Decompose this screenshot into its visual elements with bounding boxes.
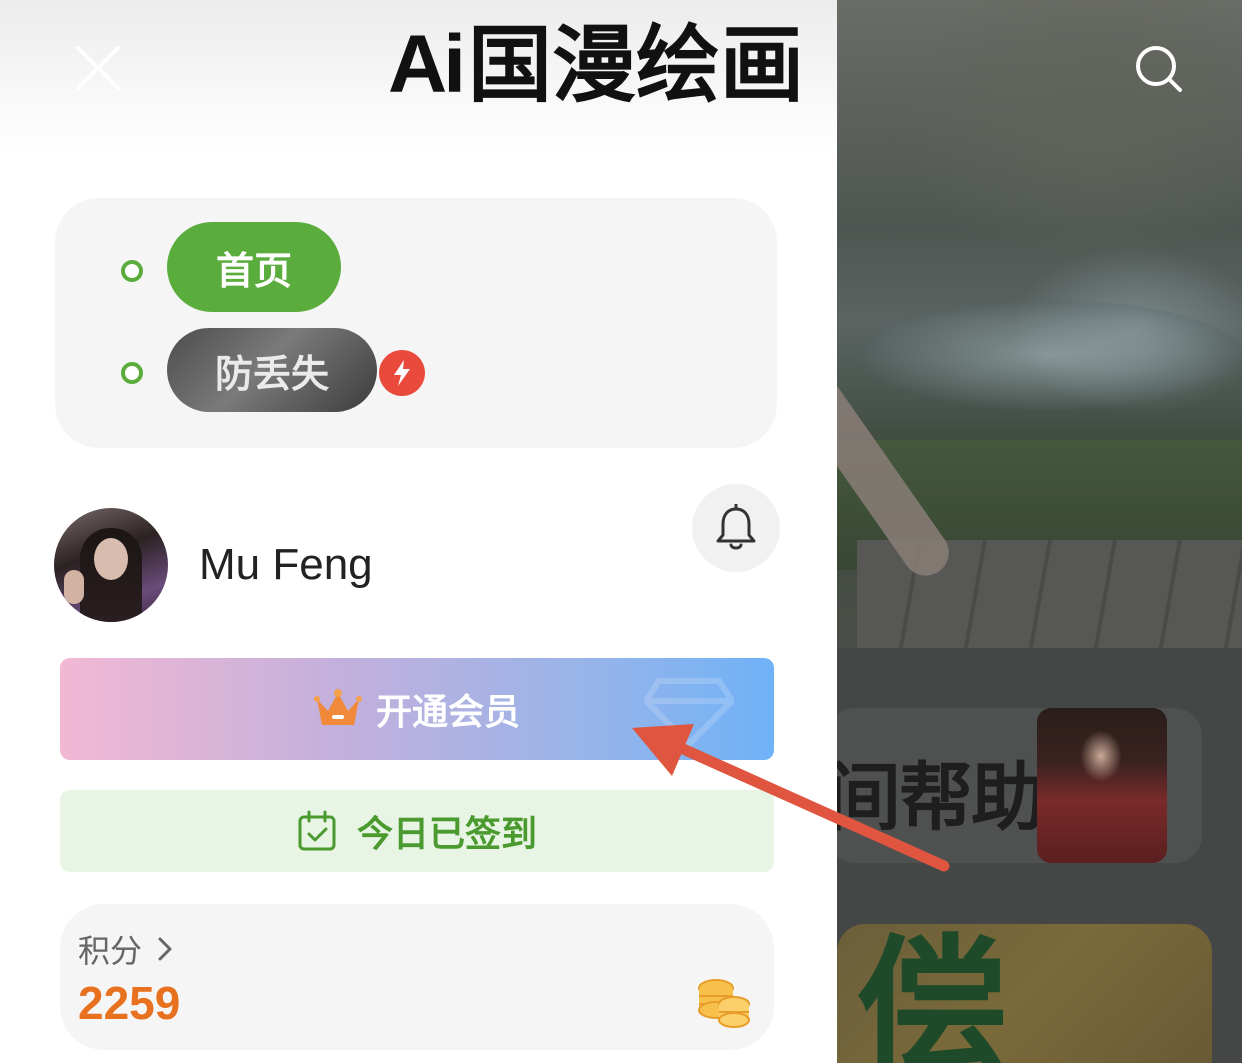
nav-bullet [121, 362, 143, 384]
avatar[interactable] [54, 508, 168, 622]
crown-icon [313, 689, 362, 725]
diamond-icon [644, 678, 734, 746]
bolt-icon [379, 350, 425, 396]
calendar-check-icon [298, 810, 336, 851]
help-card-image [1037, 708, 1167, 863]
vip-button-label: 开通会员 [375, 692, 520, 733]
app-logo: Ai 国漫绘画 [388, 10, 848, 123]
logo-title: 国漫绘画 [468, 16, 805, 114]
points-value: 2259 [78, 977, 181, 1029]
nav-item-label: 防丢失 [214, 351, 329, 396]
nav-item-home[interactable]: 首页 [167, 222, 341, 312]
logo-ai-text: Ai [388, 19, 466, 110]
promo-card-char: 偿 [857, 924, 1008, 1063]
nav-item-anti-lost[interactable]: 防丢失 [167, 328, 377, 412]
nav-item-label: 首页 [215, 248, 292, 293]
vip-button[interactable]: 开通会员 [60, 658, 774, 760]
username: Mu Feng [199, 540, 373, 589]
help-card-title: 间帮助 [827, 755, 1045, 841]
nav-menu: 首页 防丢失 [55, 198, 777, 448]
nav-bullet [121, 260, 143, 282]
bell-icon [716, 504, 756, 550]
background-content: 间帮助 偿 [788, 0, 1242, 1063]
close-icon[interactable] [74, 44, 122, 92]
promo-card: 偿 [837, 924, 1212, 1063]
coins-icon [698, 979, 750, 1028]
notification-button[interactable] [692, 484, 780, 572]
points-title[interactable]: 积分 [78, 926, 176, 972]
points-title-label: 积分 [78, 932, 143, 970]
search-icon[interactable] [1132, 42, 1186, 96]
checkin-button[interactable]: 今日已签到 [60, 790, 774, 872]
chevron-right-icon [158, 937, 172, 961]
help-card: 间帮助 [827, 708, 1202, 863]
side-drawer: Ai 国漫绘画 首页 防丢失 Mu Feng 开通会员 今日已签到 积分 225… [0, 0, 837, 1063]
banner-image [788, 0, 1242, 648]
checkin-button-label: 今日已签到 [356, 814, 537, 855]
points-card[interactable]: 积分 2259 [60, 904, 774, 1050]
